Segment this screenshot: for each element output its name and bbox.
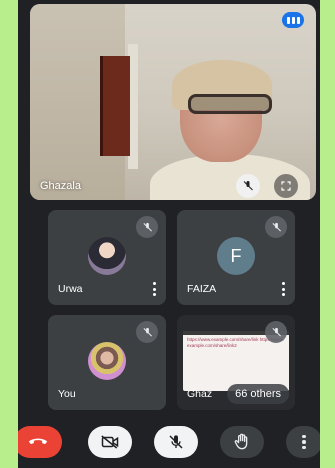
avatar (88, 342, 126, 380)
more-vert-icon (302, 434, 306, 450)
participant-tile[interactable]: F FAIZA (177, 210, 295, 305)
meeting-screen: Ghazala Urwa F FAIZA You https://www.exa… (18, 0, 320, 468)
participant-name: You (58, 388, 76, 400)
phone-hangup-icon (28, 438, 48, 445)
mic-toggle-button[interactable] (154, 426, 198, 458)
mic-off-icon (136, 216, 158, 238)
camera-toggle-button[interactable] (88, 426, 132, 458)
participant-tile[interactable]: Urwa (48, 210, 166, 305)
participant-name: Ghaz (187, 388, 213, 400)
main-speaker-video[interactable]: Ghazala (30, 4, 316, 200)
mic-off-icon (265, 321, 287, 343)
video-background (100, 56, 130, 156)
more-options-icon[interactable] (152, 282, 156, 296)
avatar: F (217, 237, 255, 275)
speaking-indicator-icon (282, 12, 304, 28)
raise-hand-button[interactable] (220, 426, 264, 458)
participant-tile[interactable]: You (48, 315, 166, 410)
participant-name: FAIZA (187, 283, 217, 295)
mic-off-icon (136, 321, 158, 343)
speaker-figure (188, 94, 272, 114)
mic-off-icon (169, 435, 183, 449)
participant-tile[interactable]: https://www.example.com/share/link https… (177, 315, 295, 410)
avatar (88, 237, 126, 275)
mic-off-icon[interactable] (236, 174, 260, 198)
fullscreen-icon[interactable] (274, 174, 298, 198)
end-call-button[interactable] (18, 426, 62, 458)
main-speaker-name: Ghazala (40, 180, 81, 192)
hand-icon (234, 433, 248, 450)
others-count-chip[interactable]: 66 others (227, 384, 289, 404)
participant-name: Urwa (58, 283, 83, 295)
more-options-icon[interactable] (281, 282, 285, 296)
camera-off-icon (101, 435, 119, 449)
mic-off-icon (265, 216, 287, 238)
more-options-button[interactable] (286, 426, 320, 458)
